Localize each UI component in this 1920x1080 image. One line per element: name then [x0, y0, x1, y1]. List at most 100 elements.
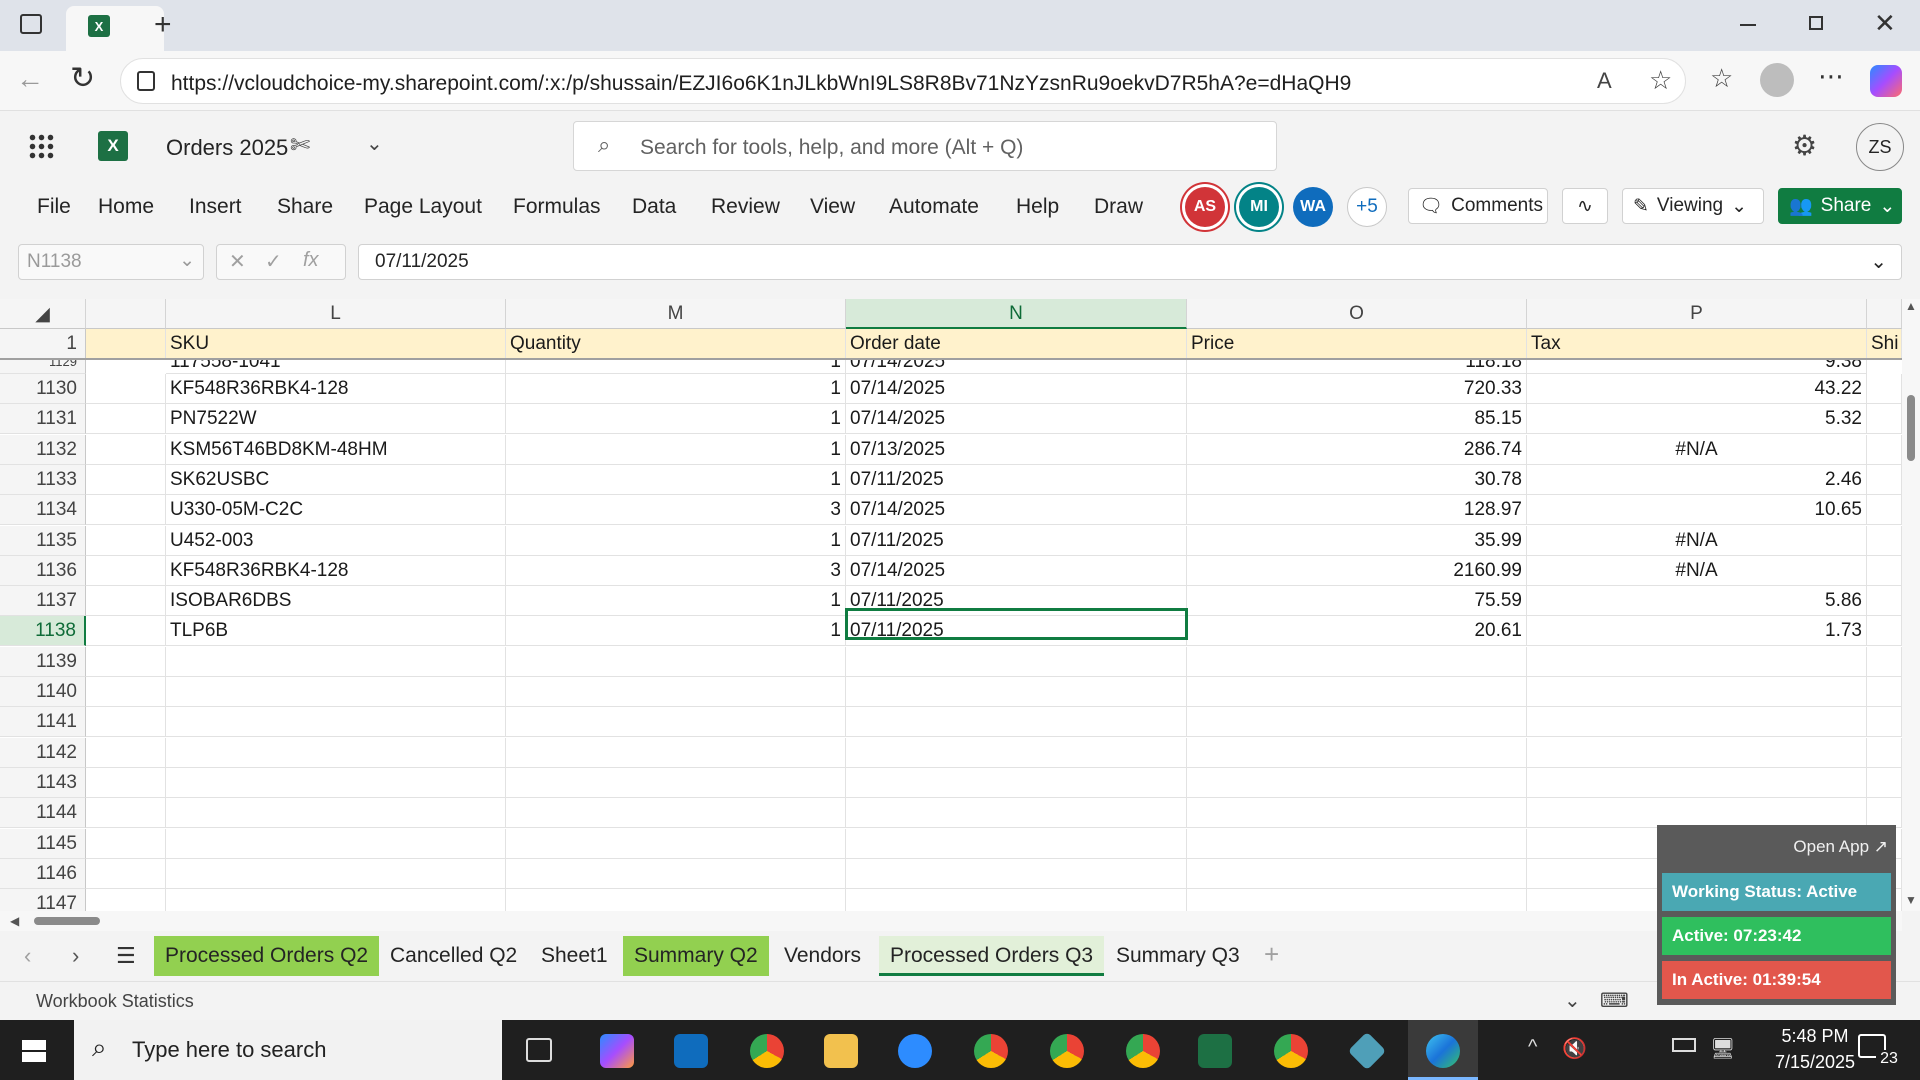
- status-chevron-icon[interactable]: ⌄: [1564, 988, 1581, 1013]
- taskbar-search[interactable]: ⌕ Type here to search: [74, 1020, 502, 1080]
- scroll-left-icon[interactable]: ◀: [10, 914, 19, 928]
- sheet-tab-sheet1[interactable]: Sheet1: [530, 936, 619, 976]
- cell-order-date[interactable]: 07/11/2025: [846, 526, 1187, 556]
- cell-k[interactable]: [86, 374, 166, 404]
- formula-input[interactable]: 07/11/2025 ⌄: [358, 244, 1902, 280]
- vertical-scroll-thumb[interactable]: [1907, 395, 1915, 461]
- cell-k[interactable]: [86, 738, 166, 768]
- worksheet-grid[interactable]: ◢ L M N O P 1 SKU Quantity Order date Pr…: [0, 299, 1920, 911]
- open-app-link[interactable]: Open App ↗: [1793, 837, 1888, 857]
- cell-quantity[interactable]: [506, 859, 846, 889]
- cell-sku[interactable]: [166, 829, 506, 859]
- cell-price[interactable]: [1187, 798, 1527, 828]
- cell-sku[interactable]: [166, 647, 506, 677]
- header-tax[interactable]: Tax: [1527, 329, 1867, 359]
- tab-actions-icon[interactable]: [20, 14, 42, 34]
- cell-sku[interactable]: PN7522W: [166, 404, 506, 434]
- tab-automate[interactable]: Automate: [889, 195, 979, 219]
- cell-quantity[interactable]: 1: [506, 616, 846, 646]
- row-header-partial[interactable]: 1129: [0, 360, 86, 374]
- cell-order-date[interactable]: [846, 889, 1187, 911]
- profile-avatar[interactable]: [1760, 63, 1794, 97]
- cell-quantity[interactable]: [506, 677, 846, 707]
- refresh-icon[interactable]: ↻: [70, 61, 95, 96]
- copilot-icon[interactable]: [1870, 65, 1902, 97]
- cell-k[interactable]: [86, 677, 166, 707]
- tab-home[interactable]: Home: [98, 195, 154, 219]
- row-header[interactable]: 1147: [0, 889, 86, 911]
- cell-sku[interactable]: U452-003: [166, 526, 506, 556]
- cell-order-date[interactable]: 07/14/2025: [846, 374, 1187, 404]
- cell-sku[interactable]: KSM56T46BD8KM-48HM: [166, 435, 506, 465]
- cell-quantity[interactable]: 1: [506, 435, 846, 465]
- expand-formula-chevron-icon[interactable]: ⌄: [1870, 249, 1887, 274]
- cell-partial-date[interactable]: 07/14/2025: [846, 360, 1187, 374]
- tab-file[interactable]: File: [37, 195, 71, 219]
- next-sheet-icon[interactable]: ›: [72, 943, 79, 969]
- cell-k[interactable]: [86, 556, 166, 586]
- tab-draw[interactable]: Draw: [1094, 195, 1143, 219]
- row-header[interactable]: 1131: [0, 404, 86, 434]
- cell-price[interactable]: [1187, 707, 1527, 737]
- chrome-profile-z-icon[interactable]: [1274, 1034, 1308, 1068]
- app-diamond-icon[interactable]: [1347, 1031, 1387, 1071]
- cell-sku[interactable]: ISOBAR6DBS: [166, 586, 506, 616]
- clock-time[interactable]: 5:48 PM: [1760, 1026, 1870, 1047]
- settings-gear-icon[interactable]: ⚙: [1792, 129, 1817, 162]
- user-avatar[interactable]: ZS: [1856, 123, 1904, 171]
- cell-shipping[interactable]: [1867, 798, 1902, 828]
- cell-price[interactable]: [1187, 647, 1527, 677]
- all-sheets-menu-icon[interactable]: ☰: [116, 943, 136, 969]
- cell-shipping[interactable]: [1867, 677, 1902, 707]
- sheet-tab-summary-q3[interactable]: Summary Q3: [1105, 936, 1251, 976]
- file-name[interactable]: Orders 2025: [166, 135, 288, 161]
- cell-quantity[interactable]: [506, 738, 846, 768]
- column-header-l[interactable]: L: [166, 299, 506, 329]
- cell-sku[interactable]: SK62USBC: [166, 465, 506, 495]
- sheet-tab-processed-orders-q3[interactable]: Processed Orders Q3: [879, 936, 1105, 976]
- row-header[interactable]: 1134: [0, 495, 86, 525]
- cell-quantity[interactable]: 1: [506, 404, 846, 434]
- row-header[interactable]: 1142: [0, 738, 86, 768]
- name-box[interactable]: N1138 ⌄: [18, 244, 204, 280]
- cell-k[interactable]: [86, 829, 166, 859]
- horizontal-scrollbar[interactable]: ◀: [0, 911, 1902, 931]
- cell-tax[interactable]: [1527, 707, 1867, 737]
- cell-quantity[interactable]: 1: [506, 465, 846, 495]
- cell-shipping[interactable]: [1867, 556, 1902, 586]
- column-header-o[interactable]: O: [1187, 299, 1527, 329]
- cell-order-date[interactable]: 07/14/2025: [846, 495, 1187, 525]
- cell-sku[interactable]: [166, 768, 506, 798]
- cell-tax[interactable]: 43.22: [1527, 374, 1867, 404]
- cell-k[interactable]: [86, 404, 166, 434]
- cell-order-date[interactable]: 07/13/2025: [846, 435, 1187, 465]
- enter-icon[interactable]: ✓: [265, 249, 282, 274]
- cell-quantity[interactable]: 1: [506, 526, 846, 556]
- app-launcher-icon[interactable]: [28, 133, 54, 159]
- cell-tax[interactable]: 5.32: [1527, 404, 1867, 434]
- row-header[interactable]: 1141: [0, 707, 86, 737]
- cell-quantity[interactable]: [506, 647, 846, 677]
- cell-shipping[interactable]: [1867, 435, 1902, 465]
- presence-avatar-mi[interactable]: MI: [1239, 187, 1279, 227]
- lock-icon[interactable]: [137, 71, 155, 91]
- cell-price[interactable]: [1187, 829, 1527, 859]
- cell-tax[interactable]: [1527, 677, 1867, 707]
- chrome-profile-2-icon[interactable]: [1050, 1034, 1084, 1068]
- task-view-icon[interactable]: [526, 1038, 552, 1062]
- cell-price[interactable]: 85.15: [1187, 404, 1527, 434]
- cell-sku[interactable]: [166, 798, 506, 828]
- cell-price[interactable]: [1187, 677, 1527, 707]
- file-explorer-icon[interactable]: [824, 1034, 858, 1068]
- outlook-app-icon[interactable]: [674, 1034, 708, 1068]
- back-icon[interactable]: ←: [16, 63, 44, 95]
- cell-price[interactable]: [1187, 889, 1527, 911]
- cell-k1[interactable]: [86, 329, 166, 359]
- cell-price[interactable]: 30.78: [1187, 465, 1527, 495]
- row-header[interactable]: 1146: [0, 859, 86, 889]
- url-field[interactable]: https://vcloudchoice-my.sharepoint.com/:…: [120, 58, 1686, 104]
- cell-tax[interactable]: #N/A: [1527, 526, 1867, 556]
- cell-tax[interactable]: [1527, 738, 1867, 768]
- cell-sku[interactable]: [166, 889, 506, 911]
- cell-quantity[interactable]: [506, 829, 846, 859]
